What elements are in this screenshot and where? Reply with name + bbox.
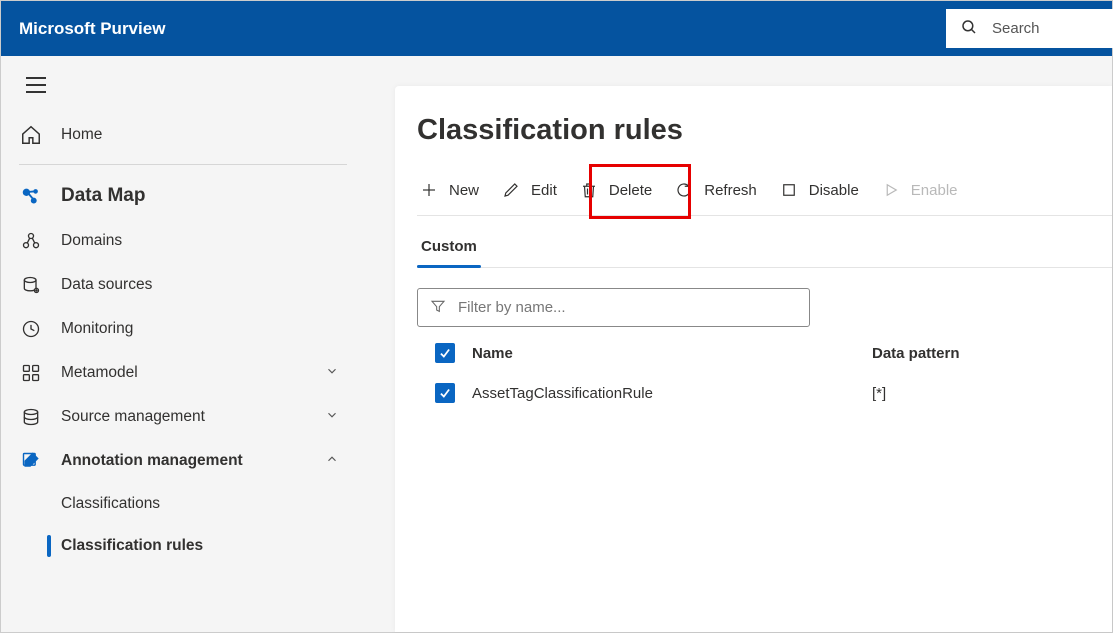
sidebar-item-label: Annotation management (61, 452, 243, 470)
sidebar-item-data-sources[interactable]: Data sources (1, 263, 365, 307)
sidebar-section-title: Data Map (61, 185, 145, 207)
enable-button[interactable]: Enable (879, 177, 960, 203)
sidebar-item-label: Domains (61, 232, 122, 250)
search-placeholder: Search (992, 20, 1040, 37)
sidebar-divider (19, 164, 347, 165)
refresh-button[interactable]: Refresh (672, 177, 759, 203)
sidebar-subitem-label: Classification rules (61, 537, 203, 555)
metamodel-icon (19, 363, 43, 383)
sidebar-item-label: Monitoring (61, 320, 133, 338)
button-label: Refresh (704, 182, 757, 199)
annotation-management-icon (19, 451, 43, 471)
sidebar-item-home[interactable]: Home (1, 112, 365, 158)
page-title: Classification rules (417, 114, 1112, 147)
sidebar-item-annotation-management[interactable]: Annotation management (1, 439, 365, 483)
chevron-up-icon (325, 452, 347, 471)
sidebar-item-monitoring[interactable]: Monitoring (1, 307, 365, 351)
toolbar: New Edit Delete (417, 177, 1112, 216)
refresh-icon (674, 181, 694, 199)
content-card: Classification rules New Edit (395, 86, 1112, 632)
filter-placeholder: Filter by name... (458, 299, 566, 316)
hamburger-button[interactable] (1, 76, 365, 112)
select-all-checkbox[interactable] (435, 343, 455, 363)
brand-title: Microsoft Purview (19, 19, 165, 39)
chevron-down-icon (325, 364, 347, 383)
top-bar: Microsoft Purview Search (1, 1, 1112, 56)
global-search-input[interactable]: Search (946, 9, 1113, 48)
new-button[interactable]: New (417, 177, 481, 203)
delete-button[interactable]: Delete (577, 177, 654, 203)
monitoring-icon (19, 319, 43, 339)
plus-icon (419, 181, 439, 199)
row-pattern: [*] (872, 385, 886, 402)
tab-custom[interactable]: Custom (417, 232, 481, 267)
button-label: Enable (911, 182, 958, 199)
pencil-icon (501, 181, 521, 199)
filter-row: Filter by name... (417, 288, 1112, 327)
button-label: Delete (609, 182, 652, 199)
data-sources-icon (19, 275, 43, 295)
sidebar-item-label: Data sources (61, 276, 152, 294)
filter-icon (430, 298, 446, 318)
column-header-name[interactable]: Name (472, 345, 872, 362)
chevron-down-icon (325, 408, 347, 427)
table-header: Name Data pattern (417, 333, 1112, 373)
edit-button[interactable]: Edit (499, 177, 559, 203)
data-map-icon (19, 185, 43, 207)
source-management-icon (19, 407, 43, 427)
button-label: New (449, 182, 479, 199)
button-label: Edit (531, 182, 557, 199)
main-content: Classification rules New Edit (365, 56, 1112, 632)
button-label: Disable (809, 182, 859, 199)
row-checkbox[interactable] (435, 383, 455, 403)
row-name: AssetTagClassificationRule (472, 385, 872, 402)
sidebar-item-domains[interactable]: Domains (1, 219, 365, 263)
play-icon (881, 181, 901, 199)
sidebar-item-source-management[interactable]: Source management (1, 395, 365, 439)
sidebar-item-label: Source management (61, 408, 205, 426)
sidebar: Home Data Map Domains Data sources (1, 56, 365, 632)
sidebar-item-metamodel[interactable]: Metamodel (1, 351, 365, 395)
trash-icon (579, 181, 599, 199)
sidebar-subitem-label: Classifications (61, 495, 160, 513)
disable-button[interactable]: Disable (777, 177, 861, 203)
tab-label: Custom (421, 238, 477, 255)
tabs: Custom (417, 232, 1112, 268)
sidebar-section-data-map[interactable]: Data Map (1, 173, 365, 219)
table-row[interactable]: AssetTagClassificationRule [*] (417, 373, 1112, 413)
filter-input[interactable]: Filter by name... (417, 288, 810, 327)
search-icon (960, 18, 978, 40)
sidebar-subitem-classification-rules[interactable]: Classification rules (1, 525, 365, 567)
domains-icon (19, 231, 43, 251)
square-icon (779, 181, 799, 199)
sidebar-item-label: Metamodel (61, 364, 138, 382)
sidebar-subitem-classifications[interactable]: Classifications (1, 483, 365, 525)
column-header-data-pattern[interactable]: Data pattern (872, 345, 960, 362)
sidebar-item-label: Home (61, 126, 102, 144)
home-icon (19, 124, 43, 146)
